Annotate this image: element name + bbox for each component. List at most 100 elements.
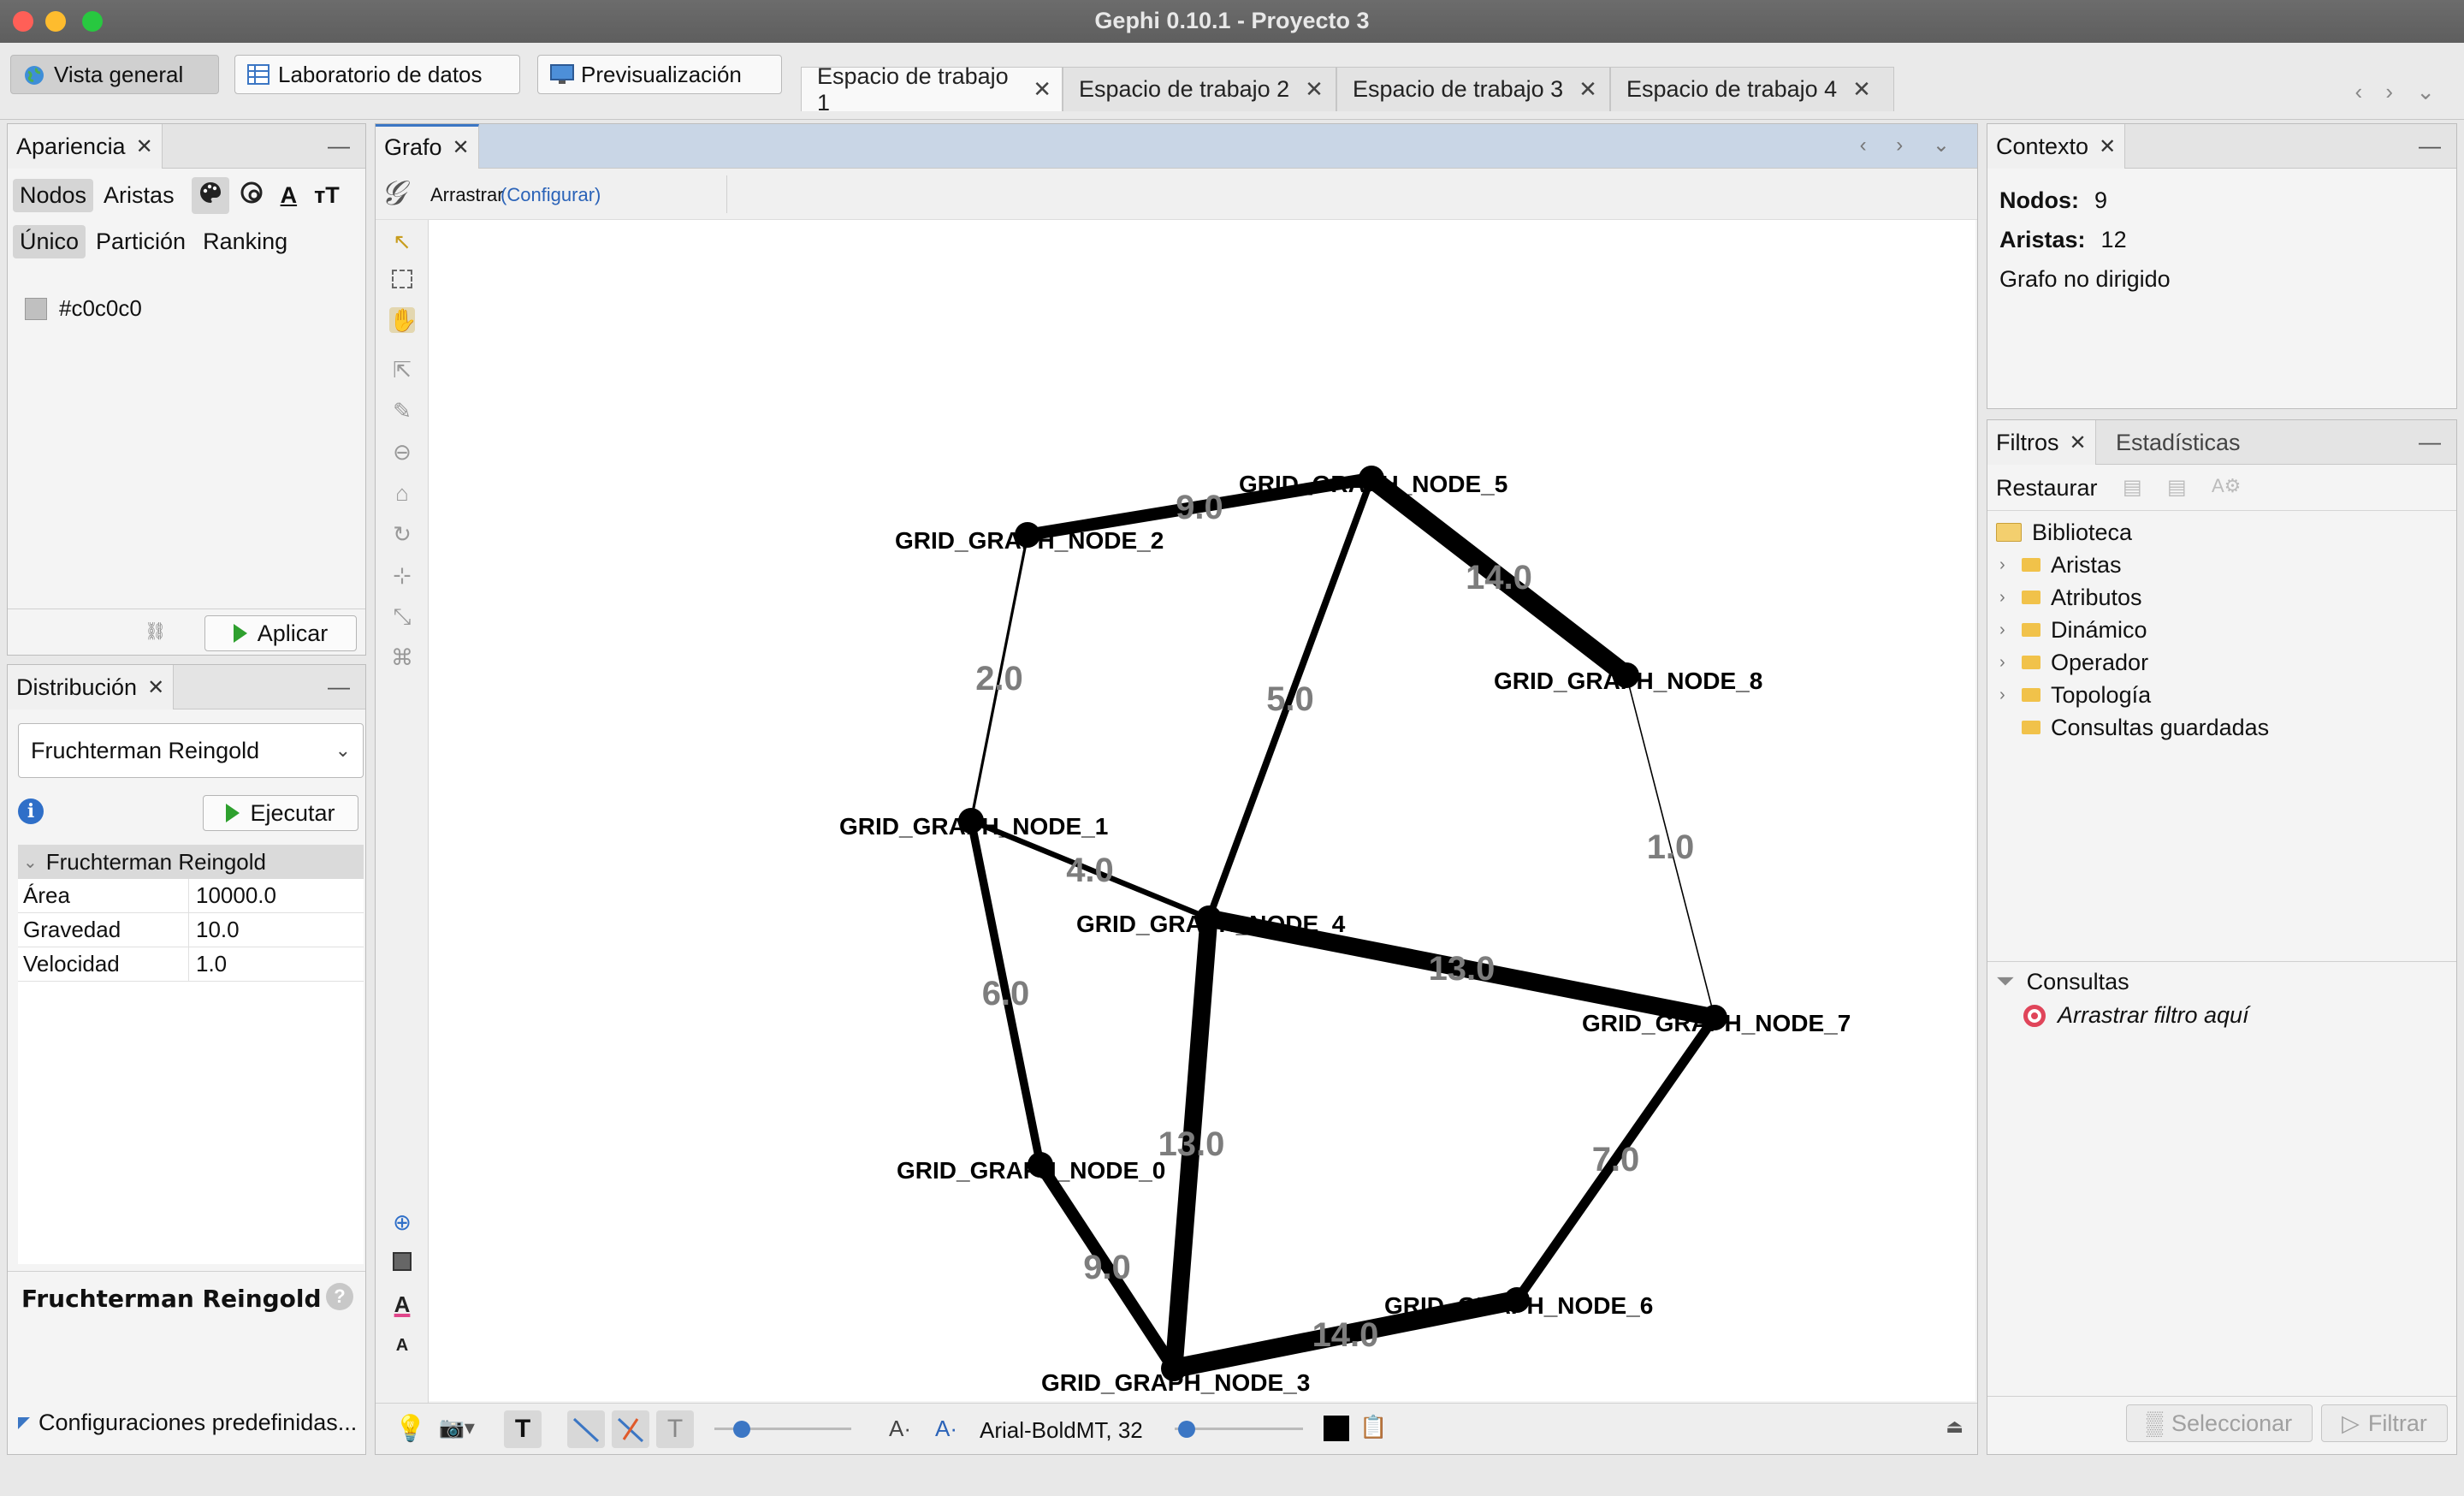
size-tool-icon[interactable]: ⊖ bbox=[389, 439, 415, 465]
label-color-icon[interactable]: A bbox=[274, 179, 305, 212]
library-item[interactable]: › Operador bbox=[1996, 646, 2269, 679]
library-item[interactable]: › Topología bbox=[1996, 679, 2269, 711]
close-tab-icon[interactable]: ✕ bbox=[1852, 76, 1871, 103]
workspace-tab-3[interactable]: Espacio de trabajo 3 ✕ bbox=[1336, 67, 1610, 111]
minimize-panel-icon[interactable]: — bbox=[2419, 429, 2441, 455]
font-size-decrease-icon[interactable]: A· bbox=[889, 1416, 911, 1442]
label-font-tool-icon[interactable]: A bbox=[389, 1333, 415, 1358]
layout-algorithm-select[interactable]: Fruchterman Reingold ⌄ bbox=[18, 723, 364, 778]
help-icon[interactable]: ? bbox=[326, 1283, 353, 1310]
graph-tab[interactable]: Grafo ✕ bbox=[376, 124, 479, 169]
apply-button[interactable]: Aplicar bbox=[204, 615, 357, 651]
save-filter-icon[interactable]: ▤ bbox=[2123, 475, 2142, 500]
minimize-panel-icon[interactable]: — bbox=[2419, 133, 2441, 159]
close-tab-icon[interactable]: ✕ bbox=[2070, 430, 2087, 455]
unique-tab[interactable]: Único bbox=[13, 225, 86, 258]
library-item[interactable]: › Aristas bbox=[1996, 549, 2269, 581]
graph-tab-nav[interactable]: ‹ › ⌄ bbox=[1860, 133, 1962, 157]
property-value[interactable]: 1.0 bbox=[189, 947, 364, 981]
rect-select-icon[interactable] bbox=[389, 268, 415, 294]
tab-navigation[interactable]: ‹ › ⌄ bbox=[2354, 79, 2443, 105]
clipboard-icon[interactable]: 📋 bbox=[1359, 1414, 1387, 1440]
background-color-icon[interactable] bbox=[389, 1250, 415, 1276]
library-root[interactable]: Biblioteca bbox=[1996, 516, 2269, 549]
library-item[interactable]: › Dinámico bbox=[1996, 614, 2269, 646]
label-size-icon[interactable]: тT bbox=[307, 179, 346, 212]
drop-filter-zone[interactable]: Arrastrar filtro aquí bbox=[2023, 1002, 2249, 1029]
ranking-tab[interactable]: Ranking bbox=[196, 225, 294, 258]
close-tab-icon[interactable]: ✕ bbox=[147, 675, 164, 700]
link-icon[interactable]: ⛓ bbox=[145, 620, 166, 642]
workspace-tab-4[interactable]: Espacio de trabajo 4 ✕ bbox=[1610, 67, 1894, 111]
filter-button[interactable]: ▷ Filtrar bbox=[2321, 1404, 2448, 1442]
hand-drag-icon[interactable]: ✋ bbox=[389, 307, 417, 333]
property-row[interactable]: Gravedad 10.0 bbox=[18, 913, 364, 947]
close-tab-icon[interactable]: ✕ bbox=[453, 135, 470, 160]
add-node-icon[interactable]: ⊹ bbox=[389, 562, 415, 588]
paint-bucket-icon[interactable]: ⌂ bbox=[389, 480, 415, 506]
library-item[interactable]: › Atributos bbox=[1996, 581, 2269, 614]
add-edge-icon[interactable]: ⤡ bbox=[389, 603, 415, 629]
font-icon[interactable]: A· bbox=[935, 1416, 957, 1442]
export-filter-icon[interactable]: ▤ bbox=[2167, 475, 2187, 500]
unique-color-row[interactable]: #c0c0c0 bbox=[25, 295, 142, 322]
close-tab-icon[interactable]: ✕ bbox=[136, 134, 153, 159]
nodes-toggle[interactable]: Nodos bbox=[13, 179, 94, 212]
graph-svg[interactable]: GRID_GRAPH_NODE_0 GRID_GRAPH_NODE_1 GRID_G… bbox=[429, 220, 1979, 1401]
lightbulb-icon[interactable]: 💡 bbox=[394, 1414, 426, 1444]
layout-tab[interactable]: Distribución ✕ bbox=[8, 665, 175, 709]
overview-button[interactable]: Vista general bbox=[10, 55, 219, 94]
info-icon[interactable]: i bbox=[18, 798, 44, 824]
minimize-panel-icon[interactable]: — bbox=[328, 133, 350, 159]
data-laboratory-button[interactable]: Laboratorio de datos bbox=[234, 55, 520, 94]
zoom-icon[interactable]: ⊕ bbox=[389, 1209, 415, 1235]
show-labels-icon[interactable]: T bbox=[504, 1410, 542, 1448]
properties-section-header[interactable]: ⌄ Fruchterman Reingold bbox=[18, 845, 364, 879]
workspace-tab-2[interactable]: Espacio de trabajo 2 ✕ bbox=[1063, 67, 1336, 111]
workspace-tab-1[interactable]: Espacio de trabajo 1 ✕ bbox=[801, 63, 1063, 116]
select-button[interactable]: ▒ Seleccionar bbox=[2126, 1404, 2313, 1442]
partition-tab[interactable]: Partición bbox=[89, 225, 192, 258]
close-tab-icon[interactable]: ✕ bbox=[1305, 76, 1324, 103]
color-swatch[interactable] bbox=[25, 297, 47, 320]
graph-canvas[interactable]: GRID_GRAPH_NODE_0 GRID_GRAPH_NODE_1 GRID_G… bbox=[429, 220, 1975, 1401]
slider-knob[interactable] bbox=[1178, 1421, 1195, 1438]
filter-settings-icon[interactable]: A⚙ bbox=[2212, 475, 2241, 497]
direct-select-icon[interactable]: ⇱ bbox=[389, 357, 415, 383]
appearance-tab[interactable]: Apariencia ✕ bbox=[8, 124, 163, 169]
reset-button[interactable]: Restaurar bbox=[1996, 475, 2098, 502]
context-tab[interactable]: Contexto ✕ bbox=[1987, 124, 2126, 169]
edge-color-icon[interactable] bbox=[612, 1410, 649, 1448]
preview-button[interactable]: Previsualización bbox=[537, 55, 782, 94]
edge-visibility-icon[interactable] bbox=[567, 1410, 605, 1448]
brush-icon[interactable]: ✎ bbox=[389, 398, 415, 424]
size-icon[interactable] bbox=[233, 177, 270, 214]
property-row[interactable]: Velocidad 1.0 bbox=[18, 947, 364, 982]
presets-link[interactable]: Configuraciones predefinidas... bbox=[18, 1410, 357, 1436]
close-tab-icon[interactable]: ✕ bbox=[1033, 76, 1051, 103]
expand-icon[interactable]: ⏏ bbox=[1946, 1416, 1964, 1438]
edge-labels-icon[interactable]: T bbox=[656, 1410, 694, 1448]
pointer-icon[interactable]: ↖ bbox=[389, 229, 415, 254]
statistics-tab[interactable]: Estadísticas bbox=[2107, 420, 2249, 465]
filters-tab[interactable]: Filtros ✕ bbox=[1987, 420, 2096, 465]
property-value[interactable]: 10000.0 bbox=[189, 879, 364, 912]
camera-icon[interactable]: 📷▾ bbox=[439, 1416, 475, 1440]
label-color-tool-icon[interactable]: A bbox=[389, 1291, 415, 1317]
close-tab-icon[interactable]: ✕ bbox=[2099, 134, 2116, 159]
library-item-label: Aristas bbox=[2051, 551, 2122, 578]
minimize-panel-icon[interactable]: — bbox=[328, 674, 350, 700]
library-item[interactable]: Consultas guardadas bbox=[1996, 711, 2269, 744]
close-tab-icon[interactable]: ✕ bbox=[1578, 76, 1597, 103]
run-button[interactable]: Ejecutar bbox=[203, 795, 358, 831]
label-color-swatch[interactable] bbox=[1324, 1416, 1349, 1441]
slider-knob[interactable] bbox=[733, 1421, 750, 1438]
property-row[interactable]: Área 10000.0 bbox=[18, 879, 364, 913]
font-label[interactable]: Arial-BoldMT, 32 bbox=[980, 1417, 1143, 1444]
palette-icon[interactable] bbox=[191, 177, 229, 214]
configure-link[interactable]: (Configurar) bbox=[500, 184, 601, 206]
shortest-path-icon[interactable]: ⌘ bbox=[389, 644, 415, 670]
refresh-icon[interactable]: ↻ bbox=[389, 521, 415, 547]
edges-toggle[interactable]: Aristas bbox=[97, 179, 181, 212]
property-value[interactable]: 10.0 bbox=[189, 913, 364, 947]
